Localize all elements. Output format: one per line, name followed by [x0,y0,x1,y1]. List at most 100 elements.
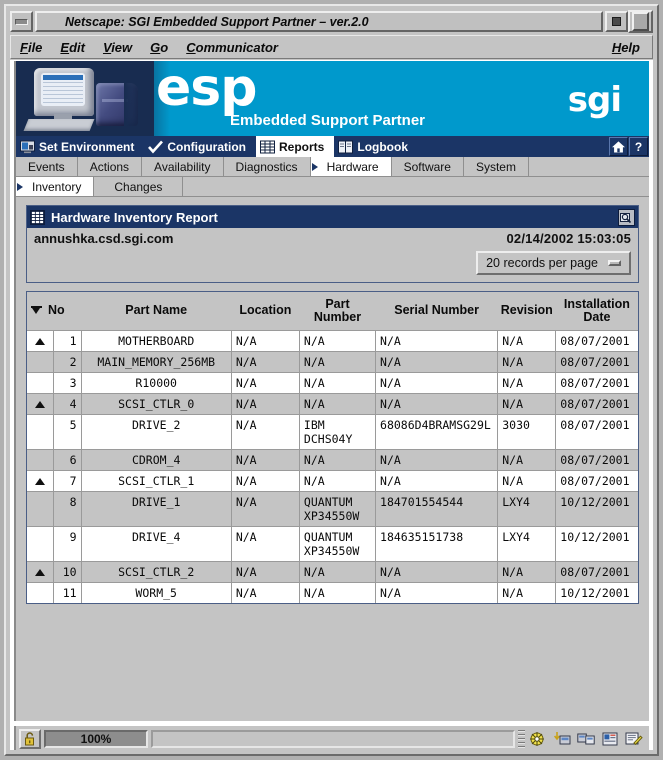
window-maximize-button[interactable] [605,11,628,32]
address-book-button[interactable] [600,730,620,748]
table-row[interactable]: 1 MOTHERBOARD N/A N/A N/A N/A 08/07/2001 [27,329,638,351]
cell-revision: N/A [497,371,557,393]
window-minimize-button[interactable] [10,11,33,32]
menu-help[interactable]: Help [603,38,652,57]
column-header-label: Revision [500,303,553,318]
composer-button[interactable] [624,730,644,748]
tab-events[interactable]: Events [16,157,78,176]
cell-part-number: N/A [299,329,377,351]
cell-installation-date: 10/12/2001 [555,490,638,526]
table-row[interactable]: 6 CDROM_4 N/A N/A N/A N/A 08/07/2001 [27,448,638,470]
report-timestamp: 02/14/2002 15:03:05 [506,231,631,246]
nav-item-set-environment[interactable]: Set Environment [16,136,144,157]
column-header-label: Location [239,303,292,318]
home-button[interactable] [609,137,628,156]
tab-availability[interactable]: Availability [142,157,224,176]
column-header-location[interactable]: Location [231,292,300,330]
menu-go[interactable]: Go [141,38,177,57]
table-row[interactable]: 10 SCSI_CTLR_2 N/A N/A N/A N/A 08/07/2001 [27,560,638,582]
nav-item-logbook[interactable]: Logbook [334,136,418,157]
collapse-triangle-icon[interactable] [34,477,45,485]
tab-actions[interactable]: Actions [77,157,143,176]
cell-part-number: N/A [299,581,377,603]
menu-edit[interactable]: Edit [51,38,94,57]
tab-diagnostics[interactable]: Diagnostics [223,157,311,176]
column-header-label: No [48,303,65,318]
cell-installation-date: 08/07/2001 [555,448,638,470]
table-row[interactable]: 4 SCSI_CTLR_0 N/A N/A N/A N/A 08/07/2001 [27,392,638,414]
row-expander-cell[interactable] [27,560,54,582]
tab-system[interactable]: System [463,157,529,176]
column-header-no[interactable]: No [27,292,82,330]
navigator-button[interactable] [528,730,548,748]
nav-item-reports[interactable]: Reports [256,136,335,157]
tab-inventory[interactable]: Inventory [16,177,95,196]
newsgroups-button[interactable] [576,730,596,748]
column-header-label: Serial Number [394,303,479,318]
cell-no: 3 [53,371,82,393]
browser-status-bar: 100% [14,726,649,750]
table-row[interactable]: 8 DRIVE_1 N/A QUANTUM XP34550W 184701554544 L… [27,490,638,526]
tab-changes[interactable]: Changes [94,177,184,196]
cell-serial-number: N/A [375,448,499,470]
column-header-serial-number[interactable]: Serial Number [375,292,498,330]
tab-label: Diagnostics [235,159,298,174]
help-button[interactable]: ? [629,137,648,156]
records-per-page-dropdown[interactable]: 20 records per page [476,251,631,275]
cell-revision: LXY4 [497,525,557,561]
print-preview-button[interactable] [618,208,635,226]
table-row[interactable]: 7 SCSI_CTLR_1 N/A N/A N/A N/A 08/07/2001 [27,469,638,491]
row-expander-cell [27,448,54,470]
nav-item-label: Set Environment [39,139,135,154]
tab-hardware[interactable]: Hardware [310,157,392,176]
report-grid-icon [30,209,45,225]
status-message-area [151,730,515,748]
collapse-triangle-icon[interactable] [34,337,45,345]
cell-installation-date: 08/07/2001 [555,469,638,491]
column-header-part-number[interactable]: Part Number [299,292,376,330]
row-expander-cell[interactable] [27,469,54,491]
cell-revision: N/A [497,581,557,603]
table-row[interactable]: 2 MAIN_MEMORY_256MB N/A N/A N/A N/A 08/07/2001 [27,350,638,372]
tab-software[interactable]: Software [391,157,464,176]
table-row[interactable]: 5 DRIVE_2 N/A IBM DCHS04Y 68086D4BRAMSG29L 30… [27,413,638,449]
collapse-triangle-icon[interactable] [34,568,45,576]
inventory-table-area: No Part Name Location Part Number Serial… [16,283,649,604]
esp-logo-text: esp [156,61,257,118]
security-indicator-button[interactable] [19,729,41,749]
menu-file[interactable]: File [11,38,51,57]
component-bar-grip[interactable] [518,730,525,748]
table-row[interactable]: 11 WORM_5 N/A N/A N/A N/A 10/12/2001 [27,581,638,603]
inbox-button[interactable] [552,730,572,748]
window-restore-button[interactable] [628,10,653,33]
column-header-part-name[interactable]: Part Name [81,292,232,330]
collapse-triangle-icon[interactable] [34,400,45,408]
monitor-screen [41,73,85,106]
cell-part-number: N/A [299,371,377,393]
menu-view[interactable]: View [94,38,141,57]
cell-part-name: MAIN_MEMORY_256MB [81,350,232,372]
menu-communicator[interactable]: Communicator [177,38,287,57]
report-meta-row: annushka.csd.sgi.com 02/14/2002 15:03:05 [27,228,638,247]
nav-item-label: Reports [279,139,325,154]
cell-serial-number: 184635151738 [375,525,499,561]
tertiary-tab-filler [183,177,649,196]
cell-serial-number: 184701554544 [375,490,499,526]
cell-installation-date: 08/07/2001 [555,350,638,372]
cell-location: N/A [231,490,300,526]
tab-label: Inventory [32,179,82,194]
column-header-installation-date[interactable]: Installation Date [555,292,638,330]
table-row[interactable]: 3 R10000 N/A N/A N/A N/A 08/07/2001 [27,371,638,393]
nav-item-configuration[interactable]: Configuration [144,136,256,157]
row-expander-cell[interactable] [27,392,54,414]
row-expander-cell[interactable] [27,329,54,351]
column-header-label: Part Number [313,296,362,324]
cell-part-number: IBM DCHS04Y [299,413,377,449]
newsgroups-icon [577,733,595,745]
minimize-icon [15,18,28,25]
cell-location: N/A [231,560,300,582]
column-header-revision[interactable]: Revision [497,292,556,330]
sort-descending-icon[interactable] [31,306,42,315]
window-title: Netscape: SGI Embedded Support Partner –… [65,14,369,29]
table-row[interactable]: 9 DRIVE_4 N/A QUANTUM XP34550W 184635151738 L… [27,525,638,561]
